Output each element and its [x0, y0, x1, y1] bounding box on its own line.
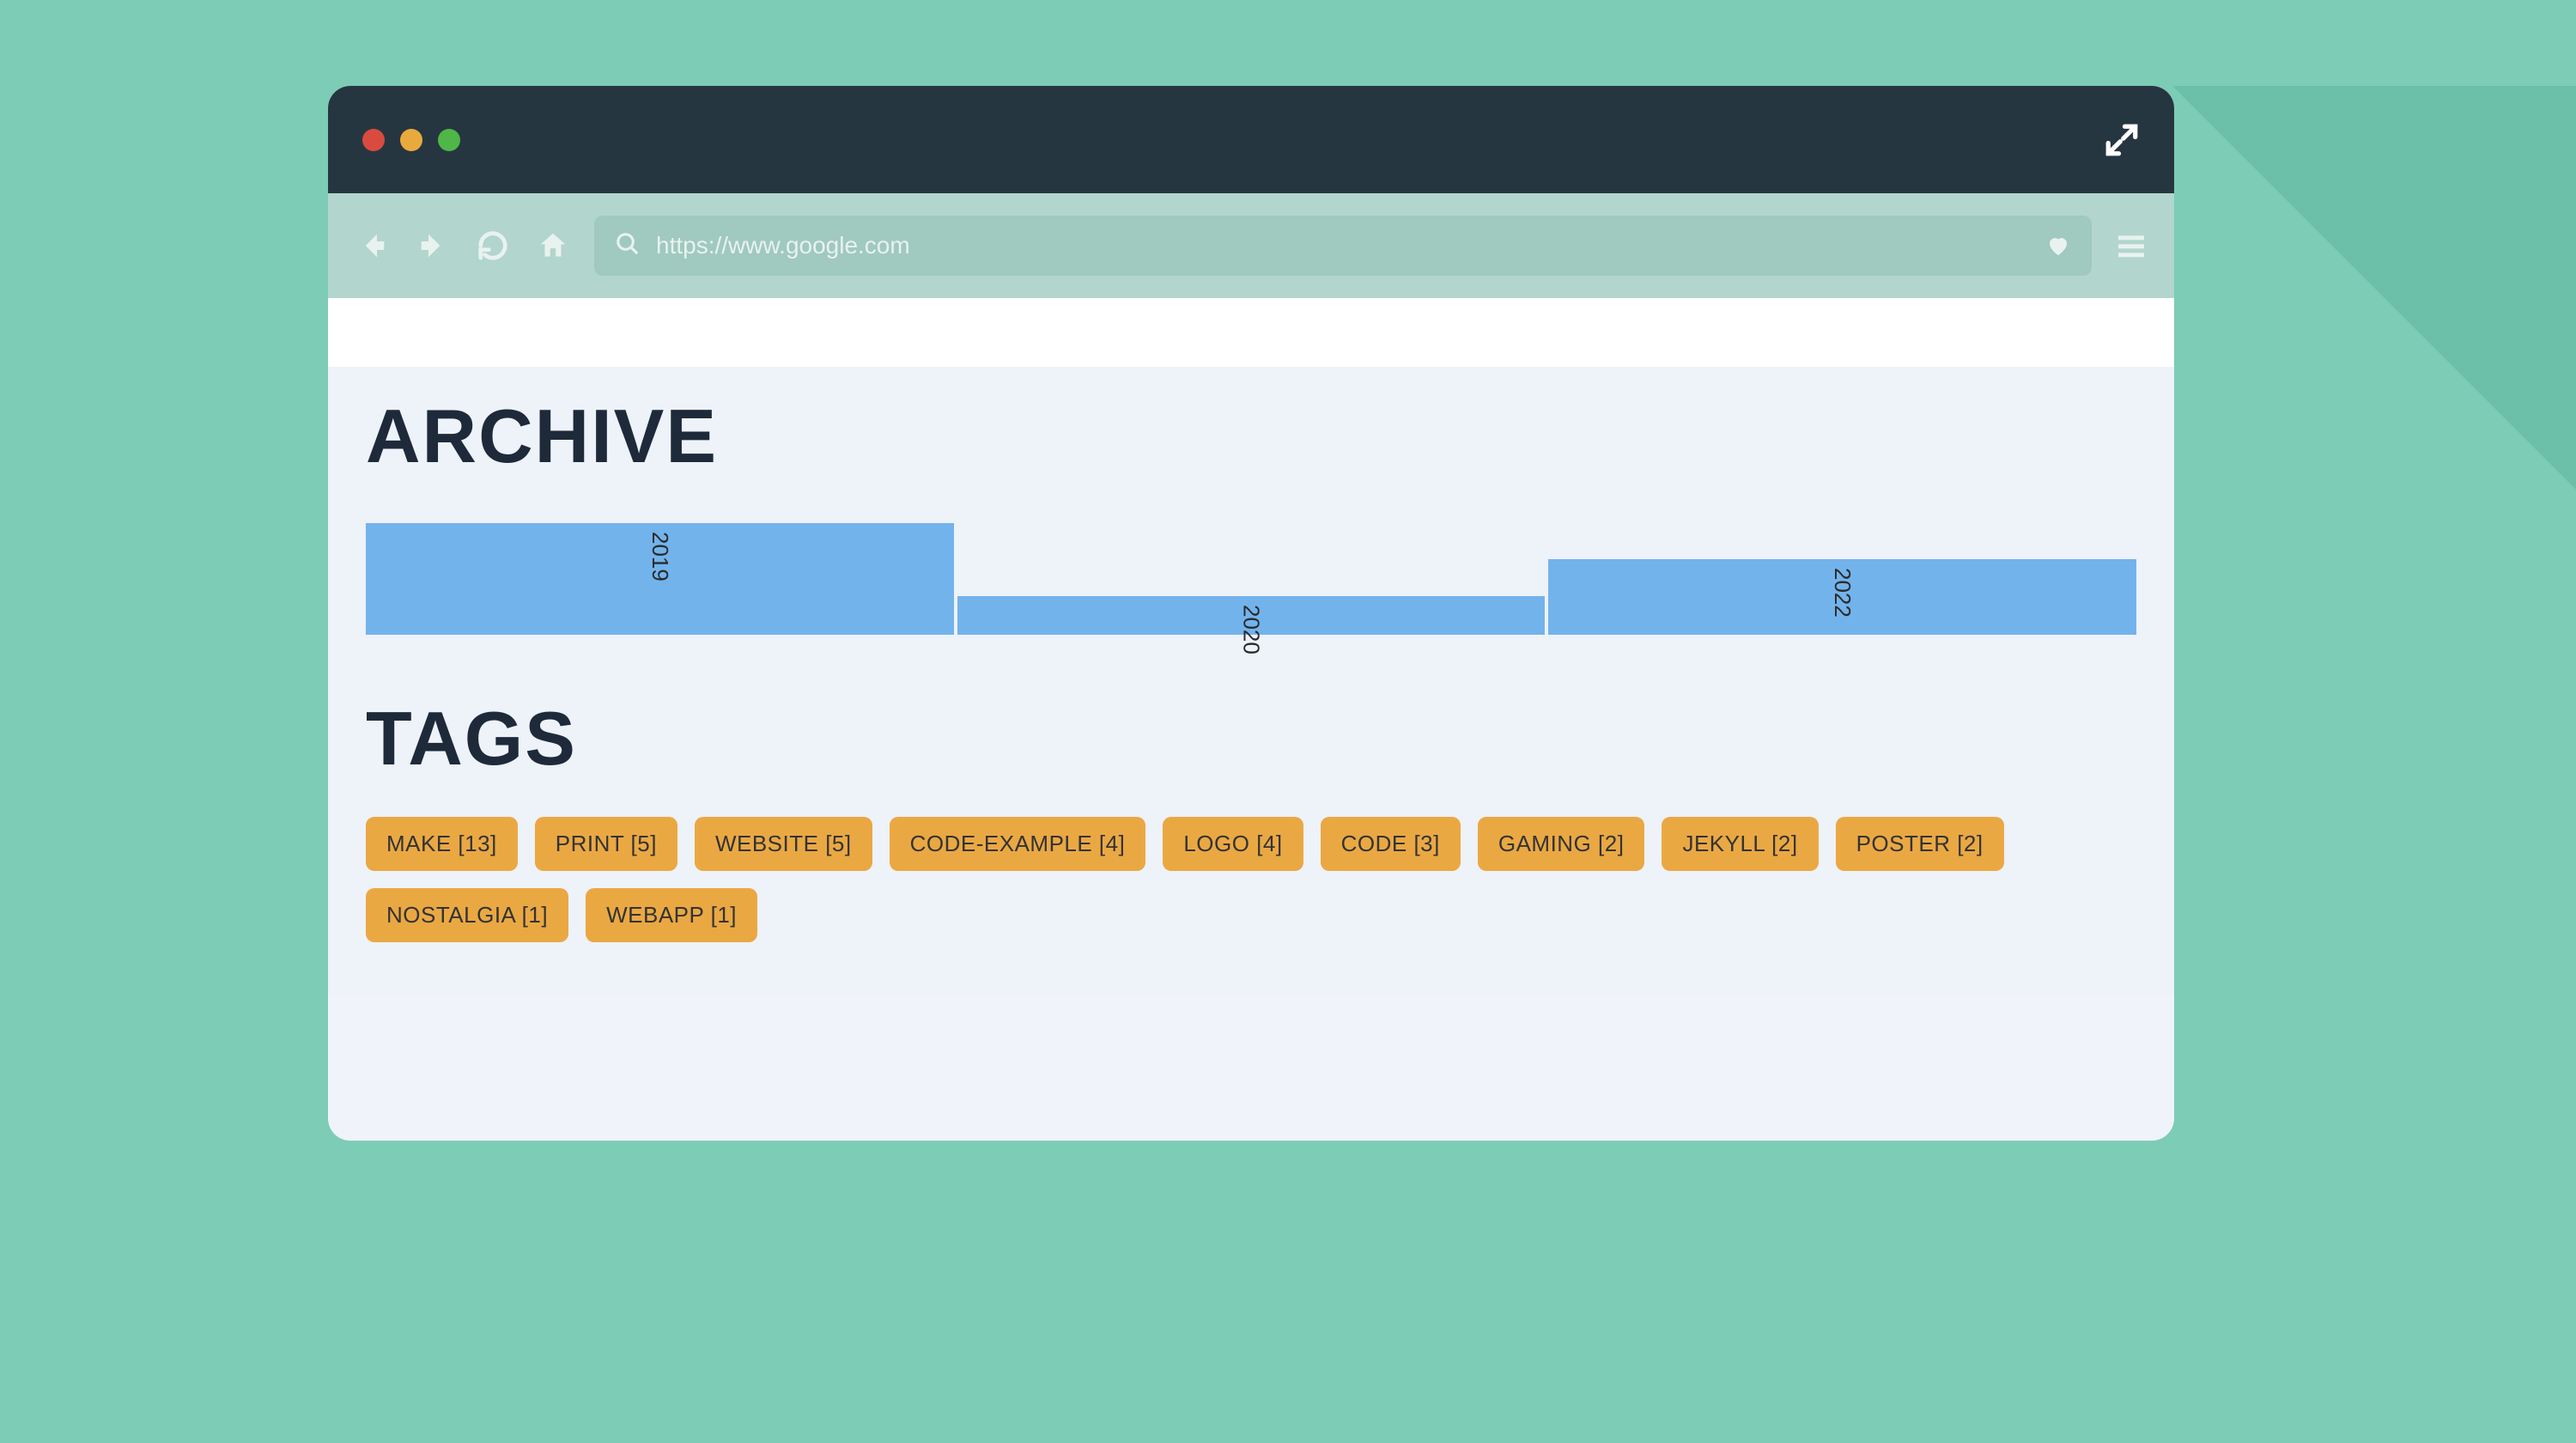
maximize-button[interactable] [438, 129, 460, 151]
tag-pill[interactable]: WEBAPP [1] [586, 888, 757, 942]
archive-year-label: 2019 [647, 532, 673, 581]
favorite-icon[interactable] [2045, 233, 2071, 259]
tag-pill[interactable]: JEKYLL [2] [1662, 817, 1818, 871]
archive-heading: ARCHIVE [366, 393, 2136, 480]
tag-pill[interactable]: GAMING [2] [1478, 817, 1645, 871]
address-bar[interactable] [594, 216, 2092, 276]
tags-heading: TAGS [366, 695, 2136, 782]
tag-pill[interactable]: CODE-EXAMPLE [4] [890, 817, 1146, 871]
archive-timeline: 2019 2020 2022 [366, 514, 2136, 635]
window-shadow [2172, 86, 2576, 1202]
content-top-strip [328, 298, 2174, 367]
tag-pill[interactable]: MAKE [13] [366, 817, 518, 871]
back-button[interactable] [354, 227, 392, 265]
reload-button[interactable] [474, 227, 512, 265]
tag-pill[interactable]: WEBSITE [5] [695, 817, 872, 871]
url-input[interactable] [656, 232, 2030, 259]
tag-pill[interactable]: LOGO [4] [1163, 817, 1303, 871]
tags-list: MAKE [13] PRINT [5] WEBSITE [5] CODE-EXAMPL… [366, 817, 2136, 942]
forward-button[interactable] [414, 227, 452, 265]
tag-pill[interactable]: CODE [3] [1321, 817, 1461, 871]
titlebar [328, 86, 2174, 193]
expand-icon[interactable] [2104, 122, 2140, 158]
tag-pill[interactable]: POSTER [2] [1836, 817, 2004, 871]
tag-pill[interactable]: PRINT [5] [535, 817, 677, 871]
search-icon [615, 231, 641, 261]
page-content: ARCHIVE 2019 2020 2022 TAGS MAKE [13] PRINT… [328, 367, 2174, 994]
archive-year-bar[interactable]: 2019 [366, 523, 954, 635]
archive-year-bar[interactable]: 2020 [957, 596, 1546, 635]
archive-year-label: 2020 [1238, 605, 1265, 655]
home-button[interactable] [534, 227, 572, 265]
archive-year-bar[interactable]: 2022 [1548, 559, 2136, 635]
traffic-lights [362, 129, 460, 151]
browser-toolbar [328, 193, 2174, 298]
hamburger-menu-icon[interactable] [2114, 228, 2148, 263]
close-button[interactable] [362, 129, 385, 151]
browser-window: ARCHIVE 2019 2020 2022 TAGS MAKE [13] PRINT… [328, 86, 2174, 1141]
minimize-button[interactable] [400, 129, 422, 151]
archive-year-label: 2022 [1829, 568, 1856, 618]
tag-pill[interactable]: NOSTALGIA [1] [366, 888, 568, 942]
